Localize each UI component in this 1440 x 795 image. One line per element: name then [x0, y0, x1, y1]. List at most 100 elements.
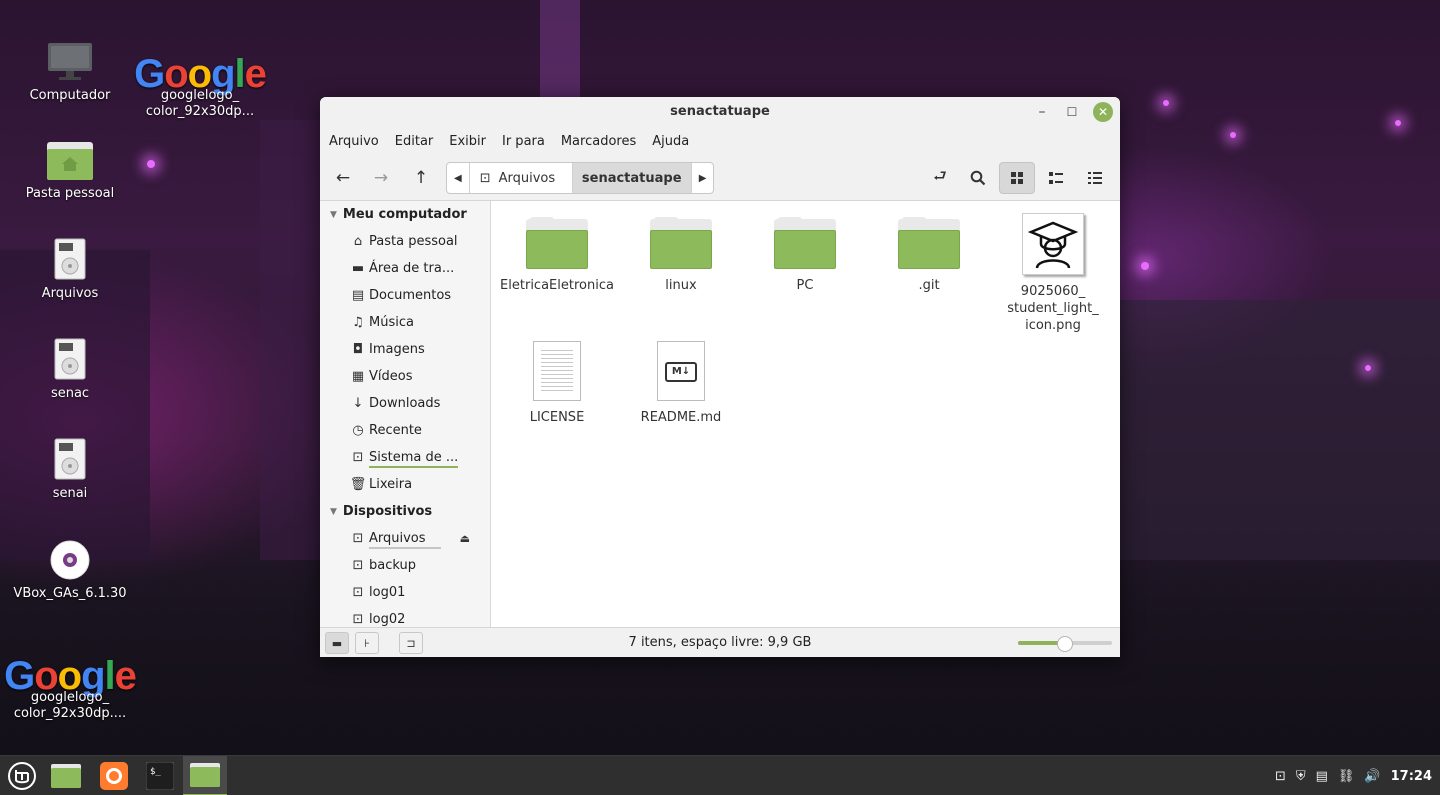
- sidebar-item-label: backup: [369, 558, 416, 573]
- window-button-files[interactable]: [183, 756, 227, 795]
- sidebar-item-music[interactable]: ♫ Música: [320, 309, 490, 336]
- file-view[interactable]: EletricaEletronica linux PC .git 9025060…: [491, 201, 1120, 627]
- launcher-firefox[interactable]: [92, 756, 136, 795]
- compact-grid-icon: [1088, 172, 1102, 184]
- menu-button[interactable]: [0, 756, 44, 795]
- sidebar-item-documents[interactable]: ▤ Documentos: [320, 282, 490, 309]
- document-icon: ▤: [351, 288, 365, 303]
- toolbar: ← → ↑ ◀ ⊡ Arquivos senactatuape ▶ ⮐: [320, 155, 1120, 201]
- sidebar-section-label: Meu computador: [342, 207, 467, 222]
- file-item-image[interactable]: 9025060_ student_light_ icon.png: [991, 213, 1115, 334]
- menu-editar[interactable]: Editar: [395, 134, 434, 149]
- sidebar-item-videos[interactable]: ▦ Vídeos: [320, 363, 490, 390]
- menubar: Arquivo Editar Exibir Ir para Marcadores…: [320, 127, 1120, 155]
- sidebar-section-devices[interactable]: ▼ Dispositivos: [320, 498, 490, 525]
- text-document-icon: [533, 341, 581, 401]
- menu-exibir[interactable]: Exibir: [449, 134, 486, 149]
- folder-icon: [190, 763, 220, 787]
- background-building-right: [1120, 300, 1440, 560]
- desktop-icon-drive-senac[interactable]: senac: [10, 338, 130, 402]
- file-item-folder[interactable]: linux: [619, 217, 743, 294]
- student-graduate-icon: [1027, 221, 1079, 269]
- back-button[interactable]: ←: [325, 162, 361, 194]
- sidebar-item-device-arquivos[interactable]: ⊡ Arquivos ⏏: [320, 525, 490, 552]
- path-segment-arquivos[interactable]: ⊡ Arquivos: [470, 163, 573, 193]
- file-item-markdown[interactable]: M↓ README.md: [619, 341, 743, 426]
- search-button[interactable]: [960, 162, 996, 194]
- menu-ajuda[interactable]: Ajuda: [652, 134, 689, 149]
- logo-letter: o: [187, 52, 212, 96]
- desktop-icon-drive-senai[interactable]: senai: [10, 438, 130, 502]
- shield-icon[interactable]: ⛨: [1296, 769, 1306, 784]
- volume-icon[interactable]: 🔊: [1364, 769, 1380, 784]
- path-segment-label: senactatuape: [581, 170, 682, 186]
- drive-icon: ⊡: [352, 531, 364, 546]
- sidebar-item-images[interactable]: ◘ Imagens: [320, 336, 490, 363]
- eject-icon[interactable]: ⏏: [460, 532, 470, 545]
- sidebar-item-label: log01: [369, 585, 406, 600]
- window-titlebar[interactable]: senactatuape – ☐ ✕: [320, 97, 1120, 127]
- document-icon[interactable]: ▤: [1316, 769, 1328, 784]
- logo-letter: g: [81, 654, 105, 698]
- sidebar-item-desktop[interactable]: ▬ Área de tra...: [320, 255, 490, 282]
- svg-text:$_: $_: [150, 767, 161, 777]
- launcher-files[interactable]: [44, 756, 88, 795]
- path-scroll-right-button[interactable]: ▶: [692, 163, 714, 193]
- path-segment-current[interactable]: senactatuape: [572, 163, 692, 193]
- minimize-button[interactable]: –: [1032, 102, 1052, 122]
- list-view-button[interactable]: [1038, 162, 1074, 194]
- compact-view-button[interactable]: [1077, 162, 1113, 194]
- sidebar: ▼ Meu computador ⌂ Pasta pessoal ▬ Área …: [320, 201, 491, 627]
- student-image-thumbnail: [1022, 213, 1084, 275]
- usage-bar: [369, 547, 441, 549]
- zoom-slider[interactable]: [1018, 636, 1112, 652]
- sidebar-item-label: Sistema de ...: [369, 450, 459, 468]
- sidebar-item-device-log01[interactable]: ⊡ log01: [320, 579, 490, 606]
- forward-button[interactable]: →: [363, 162, 399, 194]
- sidebar-item-label: Vídeos: [369, 369, 413, 384]
- menu-ir-para[interactable]: Ir para: [502, 134, 545, 149]
- sidebar-section-my-computer[interactable]: ▼ Meu computador: [320, 201, 490, 228]
- optical-disc-icon: [10, 538, 130, 580]
- arrow-left-icon: ←: [335, 168, 351, 188]
- sidebar-item-device-log02[interactable]: ⊡ log02: [320, 606, 490, 627]
- download-icon: ↓: [352, 396, 364, 411]
- clock[interactable]: 17:24: [1391, 769, 1432, 784]
- desktop-icon-drive-arquivos[interactable]: Arquivos: [10, 238, 130, 302]
- sidebar-item-device-backup[interactable]: ⊡ backup: [320, 552, 490, 579]
- desktop-icon-vbox-cd[interactable]: VBox_GAs_6.1.30: [10, 538, 130, 602]
- sidebar-item-recent[interactable]: ◷ Recente: [320, 417, 490, 444]
- network-icon[interactable]: ⛓: [1338, 769, 1355, 784]
- toggle-location-button[interactable]: ⮐: [922, 162, 958, 194]
- drive-icon: ⊡: [479, 170, 491, 186]
- sidebar-item-trash[interactable]: 🗑 Lixeira: [320, 471, 490, 498]
- maximize-button[interactable]: ☐: [1062, 102, 1082, 122]
- up-button[interactable]: ↑: [403, 162, 439, 194]
- icon-view-button[interactable]: [999, 162, 1035, 194]
- menu-marcadores[interactable]: Marcadores: [561, 134, 636, 149]
- path-scroll-left-button[interactable]: ◀: [447, 163, 470, 193]
- sidebar-item-text: Arquivos: [369, 531, 426, 546]
- close-button[interactable]: ✕: [1093, 102, 1113, 122]
- background-tower: [540, 0, 580, 97]
- sidebar-item-label: Imagens: [369, 342, 425, 357]
- file-item-folder[interactable]: .git: [867, 217, 991, 294]
- menu-arquivo[interactable]: Arquivo: [329, 134, 379, 149]
- launcher-terminal[interactable]: $_: [138, 756, 182, 795]
- desktop-icon-googlelogo[interactable]: Google googlelogo_ color_92x30dp...: [134, 36, 267, 120]
- desktop-icon-computer[interactable]: Computador: [10, 40, 130, 104]
- desktop-icon-googlelogo-2[interactable]: Google googlelogo_ color_92x30dp....: [4, 638, 137, 722]
- drive-icon: ⊡: [352, 558, 364, 573]
- zoom-knob[interactable]: [1057, 636, 1073, 652]
- notes-icon[interactable]: ⊡: [1275, 769, 1286, 784]
- file-item-folder[interactable]: EletricaEletronica: [495, 217, 619, 294]
- logo-letter: o: [57, 654, 82, 698]
- sidebar-item-home[interactable]: ⌂ Pasta pessoal: [320, 228, 490, 255]
- sidebar-item-filesystem[interactable]: ⊡ Sistema de ...: [320, 444, 490, 471]
- desktop-icon-label: senac: [50, 386, 90, 401]
- folder-icon: [51, 764, 81, 788]
- file-item-text[interactable]: LICENSE: [495, 341, 619, 426]
- file-item-folder[interactable]: PC: [743, 217, 867, 294]
- desktop-icon-home-folder[interactable]: Pasta pessoal: [10, 138, 130, 202]
- sidebar-item-downloads[interactable]: ↓ Downloads: [320, 390, 490, 417]
